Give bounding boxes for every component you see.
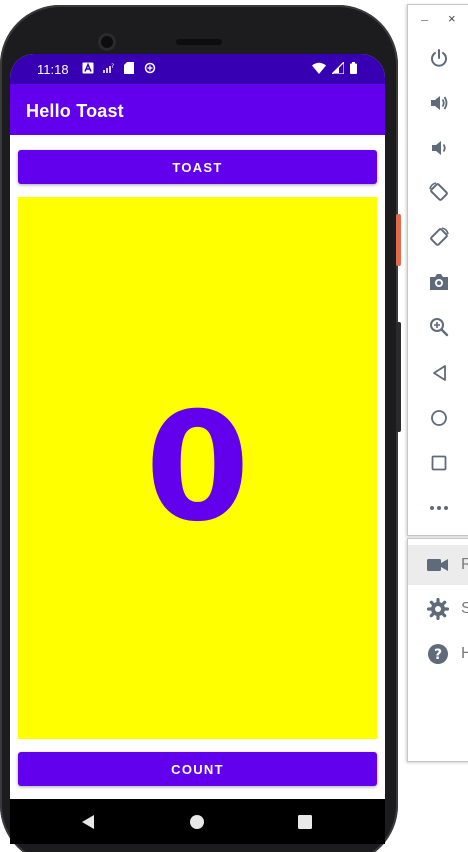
home-icon[interactable] bbox=[186, 811, 208, 833]
status-time: 11:18 bbox=[37, 62, 69, 77]
recents-icon[interactable] bbox=[294, 811, 316, 833]
status-system-icons bbox=[312, 60, 357, 77]
back-icon[interactable] bbox=[77, 811, 99, 833]
count-display-panel: 0 bbox=[18, 197, 377, 739]
svg-text:?: ? bbox=[434, 647, 442, 663]
settings-icon bbox=[426, 597, 450, 621]
data-saver-icon bbox=[144, 62, 156, 77]
power-icon[interactable] bbox=[427, 46, 451, 70]
camera-icon[interactable] bbox=[427, 270, 451, 294]
status-notifications: ? bbox=[82, 62, 156, 77]
help-label: H bbox=[461, 645, 468, 662]
rotate-left-icon[interactable] bbox=[427, 180, 451, 204]
settings-row[interactable]: S bbox=[408, 589, 468, 629]
svg-text:?: ? bbox=[111, 63, 114, 70]
signal-question-icon: ? bbox=[103, 62, 115, 77]
help-icon: ? bbox=[426, 642, 450, 666]
rotate-right-icon[interactable] bbox=[427, 225, 451, 249]
wifi-icon bbox=[312, 62, 326, 77]
device-screen: 11:18 ? Hello Toast TOAST 0 COUNT bbox=[10, 54, 385, 844]
help-row[interactable]: ? H bbox=[408, 634, 468, 674]
app-title: Hello Toast bbox=[26, 101, 124, 121]
toolbar-header: – × bbox=[408, 5, 468, 37]
count-button[interactable]: COUNT bbox=[18, 752, 377, 786]
emulator-stage: 11:18 ? Hello Toast TOAST 0 COUNT – × R … bbox=[0, 0, 468, 852]
cell-signal-icon bbox=[330, 60, 345, 77]
record-row[interactable]: R bbox=[408, 545, 468, 585]
a-notification-icon bbox=[82, 62, 94, 77]
overview-icon[interactable] bbox=[427, 451, 451, 475]
sd-card-icon bbox=[124, 62, 135, 77]
status-bar: 11:18 ? bbox=[10, 54, 385, 84]
more-icon[interactable] bbox=[427, 496, 451, 520]
record-label: R bbox=[461, 556, 468, 573]
navigation-bar bbox=[10, 799, 385, 844]
volume-side-button[interactable] bbox=[396, 322, 401, 432]
toast-button[interactable]: TOAST bbox=[18, 150, 377, 184]
zoom-icon[interactable] bbox=[427, 315, 451, 339]
settings-label: S bbox=[461, 600, 468, 617]
power-side-button[interactable] bbox=[396, 214, 401, 266]
back-icon[interactable] bbox=[427, 361, 451, 385]
close-button[interactable]: × bbox=[448, 11, 456, 26]
emulator-toolbar: – × bbox=[407, 4, 468, 536]
front-camera bbox=[98, 33, 116, 51]
count-value: 0 bbox=[145, 381, 250, 555]
battery-icon bbox=[350, 62, 357, 77]
volume-up-icon[interactable] bbox=[427, 91, 451, 115]
record-icon bbox=[426, 553, 450, 577]
minimize-button[interactable]: – bbox=[421, 12, 428, 27]
app-bar: Hello Toast bbox=[10, 84, 385, 135]
volume-down-icon[interactable] bbox=[427, 136, 451, 160]
home-icon[interactable] bbox=[427, 406, 451, 430]
extended-controls-panel: R S ? H bbox=[407, 538, 468, 762]
earpiece-speaker bbox=[176, 39, 222, 45]
